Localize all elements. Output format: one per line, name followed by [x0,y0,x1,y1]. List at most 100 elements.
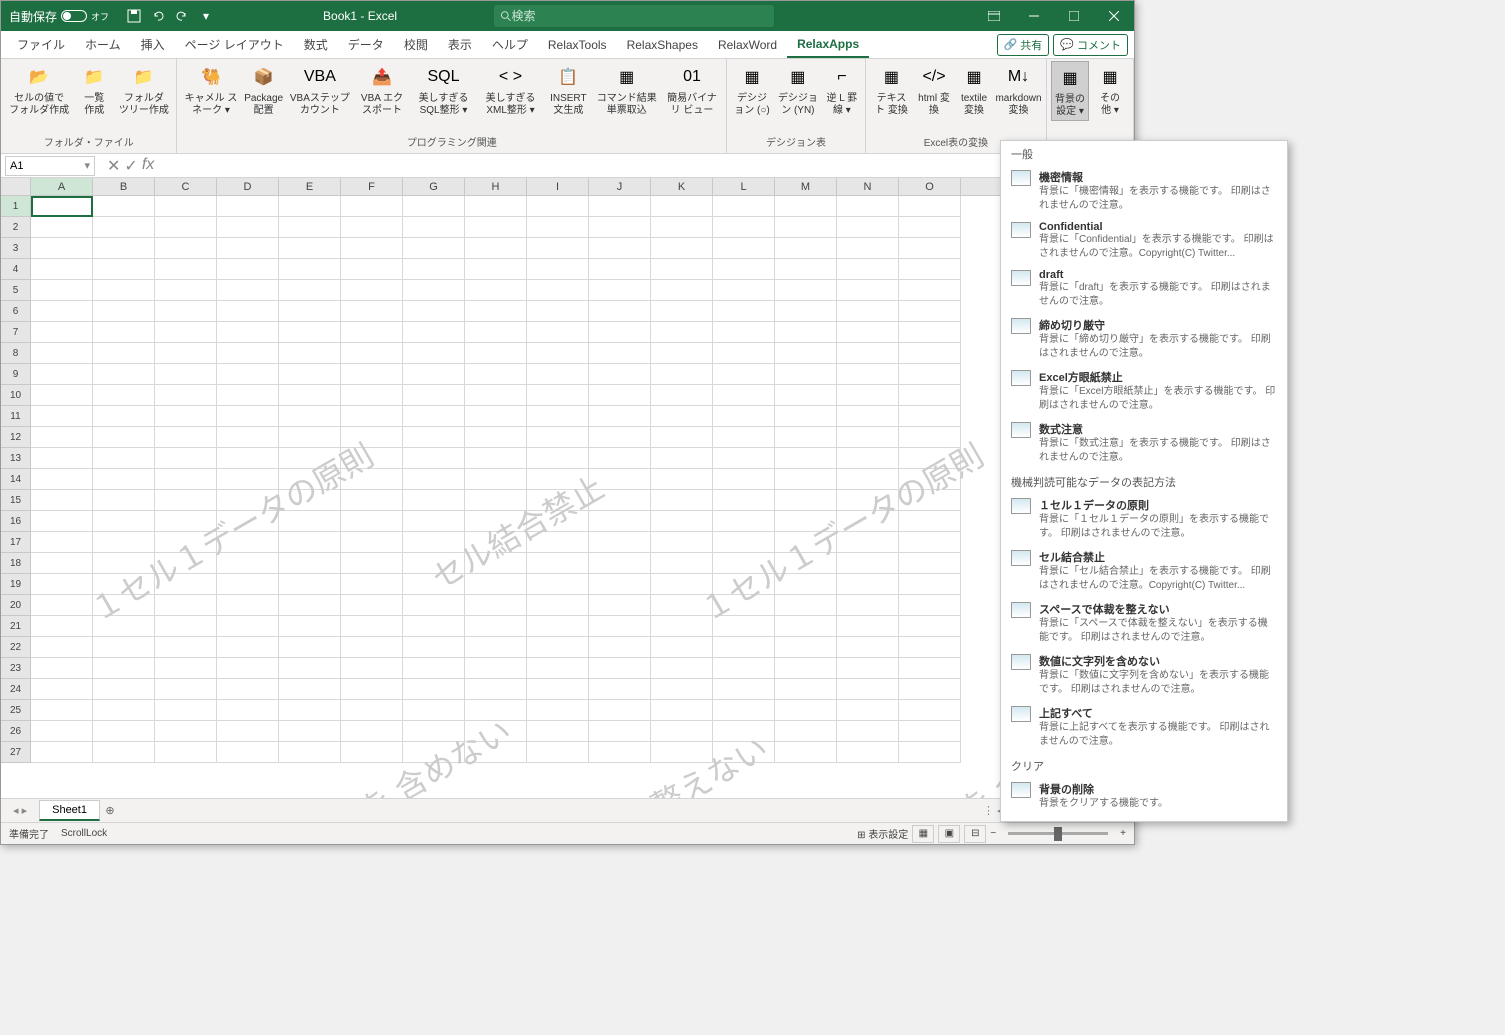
cell[interactable] [31,406,93,427]
cell[interactable] [155,679,217,700]
cell[interactable] [403,196,465,217]
cell[interactable] [899,553,961,574]
cell[interactable] [837,469,899,490]
cell[interactable] [775,490,837,511]
cell[interactable] [527,343,589,364]
cell[interactable] [837,238,899,259]
minimize-icon[interactable] [1014,1,1054,31]
qat-more-icon[interactable]: ▾ [195,5,217,27]
cell[interactable] [31,301,93,322]
row-header[interactable]: 23 [1,658,31,679]
cell[interactable] [93,721,155,742]
cell[interactable] [155,532,217,553]
cell[interactable] [31,259,93,280]
cell[interactable] [341,511,403,532]
cell[interactable] [31,511,93,532]
cell[interactable] [775,595,837,616]
horizontal-scrollbar[interactable]: ⋮ ◂━━━━━━━━━━━━━━━━▸ [120,804,1134,817]
cell[interactable] [465,385,527,406]
cell[interactable] [651,616,713,637]
cell[interactable] [465,301,527,322]
cell[interactable] [403,259,465,280]
cell[interactable] [713,217,775,238]
cell[interactable] [341,490,403,511]
cell[interactable] [837,742,899,763]
cell[interactable] [837,301,899,322]
col-header-A[interactable]: A [31,178,93,195]
cell[interactable] [651,406,713,427]
cell[interactable] [527,595,589,616]
cell[interactable] [341,574,403,595]
cell[interactable] [589,448,651,469]
ribbon-display-icon[interactable] [974,1,1014,31]
cell[interactable] [775,721,837,742]
cell[interactable] [899,490,961,511]
cell[interactable] [713,448,775,469]
col-header-E[interactable]: E [279,178,341,195]
ribbon-text[interactable]: ▦テキスト 変換 [870,61,913,119]
row-header[interactable]: 15 [1,490,31,511]
row-header[interactable]: 9 [1,364,31,385]
cell[interactable] [527,679,589,700]
tab-ヘルプ[interactable]: ヘルプ [482,31,538,58]
cell[interactable] [589,721,651,742]
cell[interactable] [589,280,651,301]
cell[interactable] [155,595,217,616]
cell[interactable] [651,427,713,448]
cell[interactable] [31,553,93,574]
cell[interactable] [155,700,217,721]
cell[interactable] [93,742,155,763]
cell[interactable] [31,658,93,679]
cell[interactable] [155,616,217,637]
cell[interactable] [899,364,961,385]
cell[interactable] [31,364,93,385]
cell[interactable] [713,343,775,364]
cell[interactable] [155,448,217,469]
cell[interactable] [155,658,217,679]
cell[interactable] [651,679,713,700]
cell[interactable] [93,595,155,616]
cell[interactable] [527,196,589,217]
cell[interactable] [279,427,341,448]
cell[interactable] [899,301,961,322]
cell[interactable] [775,658,837,679]
cell[interactable] [93,448,155,469]
cell[interactable] [713,700,775,721]
cell[interactable] [341,322,403,343]
cell[interactable] [279,322,341,343]
cell[interactable] [93,427,155,448]
cell[interactable] [155,742,217,763]
cell[interactable] [31,742,93,763]
cell[interactable] [403,616,465,637]
display-settings[interactable]: ⊞ 表示設定 [857,826,908,841]
name-box[interactable]: A1▾ [5,156,95,176]
cell[interactable] [837,553,899,574]
cell[interactable] [217,280,279,301]
col-header-H[interactable]: H [465,178,527,195]
cell[interactable] [899,700,961,721]
col-header-C[interactable]: C [155,178,217,195]
cell[interactable] [651,532,713,553]
cell[interactable] [403,511,465,532]
cell[interactable] [341,721,403,742]
cell[interactable] [341,406,403,427]
cell[interactable] [589,595,651,616]
cell[interactable] [837,637,899,658]
dropdown-item[interactable]: Confidential背景に「Confidential」を表示する機能です。 … [1001,217,1287,265]
cell[interactable] [899,742,961,763]
cell[interactable] [31,343,93,364]
cell[interactable] [93,196,155,217]
tab-RelaxShapes[interactable]: RelaxShapes [617,33,708,57]
row-header[interactable]: 25 [1,700,31,721]
cell[interactable] [589,679,651,700]
cell[interactable] [527,511,589,532]
cell[interactable] [899,469,961,490]
cell[interactable] [465,322,527,343]
enter-icon[interactable]: ✓ [124,156,137,176]
cell[interactable] [713,616,775,637]
cell[interactable] [93,406,155,427]
cell[interactable] [155,511,217,532]
cell[interactable] [713,322,775,343]
cell[interactable] [217,490,279,511]
cell[interactable] [775,742,837,763]
